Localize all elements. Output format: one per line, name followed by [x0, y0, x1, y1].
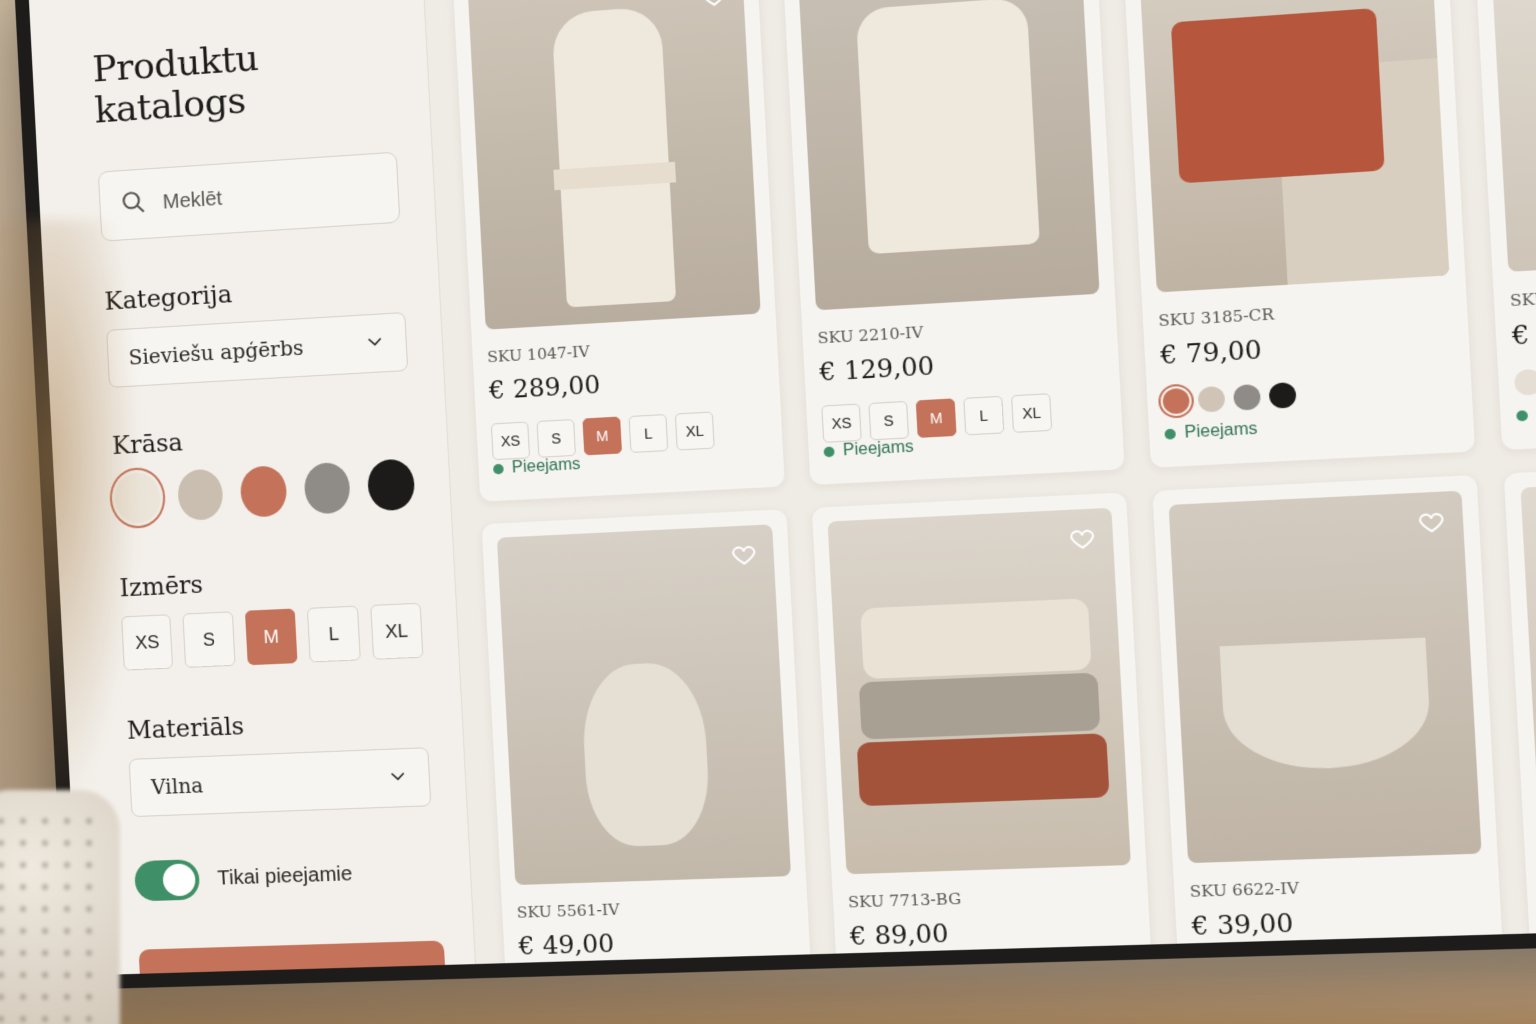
size-option[interactable]: XS [121, 614, 174, 671]
product-color-swatch[interactable] [1197, 385, 1226, 413]
status-dot-icon [1516, 410, 1529, 422]
product-image[interactable] [1520, 472, 1536, 850]
product-price: € 39,00 [1190, 908, 1295, 942]
color-swatch[interactable] [239, 465, 288, 518]
color-swatches [113, 458, 416, 525]
stock-label: Pieejams [511, 455, 581, 477]
search-icon [120, 188, 148, 221]
size-label: Izmērs [118, 570, 204, 603]
category-value: Sieviešu apģērbs [128, 335, 304, 370]
heart-icon[interactable] [726, 537, 762, 572]
heart-icon[interactable] [1064, 521, 1101, 556]
page-title: Produktu katalogs [91, 37, 260, 132]
product-card[interactable]: SKU 3185-CR € 79,00 Pieejams [1121, 0, 1476, 468]
product-price: € 79,00 [1159, 335, 1263, 371]
product-size-option[interactable]: S [868, 400, 910, 441]
product-card[interactable]: SKU 2210-IV € 129,00 XS S M L XL Pieejams [781, 0, 1125, 486]
product-grid: SKU 1047-IV € 289,00 XS S M L XL Pieejams SKU 22… [422, 0, 1536, 965]
product-size-option[interactable]: S [536, 418, 576, 458]
product-card[interactable]: SKU 6622-IV€ 39,00Pieejams [1152, 474, 1508, 965]
size-option[interactable]: M [244, 608, 298, 666]
product-sku: SKU 7713-BG [847, 889, 962, 912]
product-size-option[interactable]: M [915, 398, 957, 438]
product-color-swatch[interactable] [1513, 368, 1536, 396]
stock-label: Pieejams [1184, 420, 1258, 442]
product-price: € 49,00 [517, 929, 616, 961]
product-card[interactable]: SKU 1047-IV € 289,00 XS S M L XL Pieejams [452, 0, 785, 502]
stock-label: Pieejams [842, 438, 915, 460]
app-screen: Produktu katalogs Kategorija Sieviešu ap… [28, 0, 1536, 976]
status-dot-icon [492, 463, 504, 475]
material-label: Materiāls [126, 711, 245, 745]
product-image[interactable] [1168, 490, 1482, 864]
product-price: € 89,00 [849, 919, 950, 952]
product-image[interactable] [1137, 0, 1450, 293]
product-color-options [1513, 354, 1536, 396]
color-swatch[interactable] [176, 468, 225, 522]
material-select[interactable]: Vilna [128, 747, 432, 818]
product-size-option[interactable]: XL [1010, 393, 1053, 433]
product-image[interactable] [797, 0, 1100, 311]
search-box[interactable] [97, 151, 401, 242]
available-only-filter: Tikai pieejamie [133, 851, 436, 902]
search-input[interactable] [162, 176, 378, 215]
product-size-option[interactable]: XL [674, 411, 715, 451]
product-card[interactable]: SKU 7713-BG€ 89,00Pieejams [811, 492, 1156, 965]
product-image[interactable] [827, 507, 1131, 875]
category-select[interactable]: Sieviešu apģērbs [106, 312, 409, 388]
size-option[interactable]: L [307, 605, 361, 663]
product-color-options [1162, 373, 1456, 415]
product-price: € 289,00 [488, 370, 602, 406]
product-card[interactable]: SKU 4420-BG € 169,00 Pieejams [1471, 0, 1536, 451]
available-only-label: Tikai pieejamie [216, 862, 353, 890]
product-price: € 169,00 [1511, 314, 1536, 351]
chevron-down-icon [387, 765, 409, 791]
size-option[interactable]: S [182, 611, 236, 668]
product-sku: SKU 1047-IV [486, 342, 591, 367]
product-card[interactable]: SKU 5561-IV€ 49,00Pieejams [481, 509, 816, 965]
product-size-option[interactable]: L [628, 413, 669, 454]
product-price: € 129,00 [818, 351, 936, 387]
color-swatch[interactable] [367, 458, 416, 512]
product-sku: SKU 2210-IV [817, 322, 924, 348]
size-options: XS S M L XL [121, 602, 424, 671]
status-dot-icon [1164, 428, 1177, 440]
product-size-option[interactable]: M [582, 416, 623, 456]
color-swatch[interactable] [113, 471, 161, 525]
material-value: Vilna [150, 773, 204, 800]
product-sku: SKU 5561-IV [516, 900, 621, 922]
status-dot-icon [823, 446, 835, 458]
product-size-option[interactable]: L [963, 395, 1005, 436]
product-color-swatch[interactable] [1162, 387, 1191, 415]
product-image[interactable] [1488, 0, 1536, 272]
size-option[interactable]: XL [369, 602, 424, 660]
color-swatch[interactable] [303, 461, 352, 515]
chevron-down-icon [364, 330, 386, 357]
product-image[interactable] [496, 524, 792, 886]
heart-icon[interactable] [1412, 504, 1450, 540]
stock-status: Pieejams [1164, 410, 1458, 444]
product-image[interactable] [467, 0, 761, 330]
monitor-frame: Produktu katalogs Kategorija Sieviešu ap… [13, 0, 1536, 990]
apply-filters-button[interactable]: Atlasīt [138, 940, 448, 976]
stock-status: Pieejams [1516, 391, 1536, 426]
category-label: Kategorija [103, 279, 233, 316]
heart-icon[interactable] [696, 0, 732, 14]
product-color-swatch[interactable] [1232, 383, 1262, 411]
product-sku: SKU 3185-CR [1157, 304, 1275, 331]
product-sku: SKU 6622-IV [1189, 878, 1300, 902]
product-sku: SKU 4420-BG [1509, 284, 1536, 311]
color-label: Krāsa [111, 428, 184, 461]
product-size-option[interactable]: XS [821, 403, 862, 443]
ceramic-pot-decoration [0, 790, 120, 1024]
available-only-toggle[interactable] [133, 859, 201, 902]
product-color-swatch[interactable] [1268, 382, 1297, 409]
product-size-option[interactable]: XS [490, 421, 531, 461]
product-card[interactable]: SKU 9930-IV€ 119,003637383940Pieejams [1503, 457, 1536, 965]
